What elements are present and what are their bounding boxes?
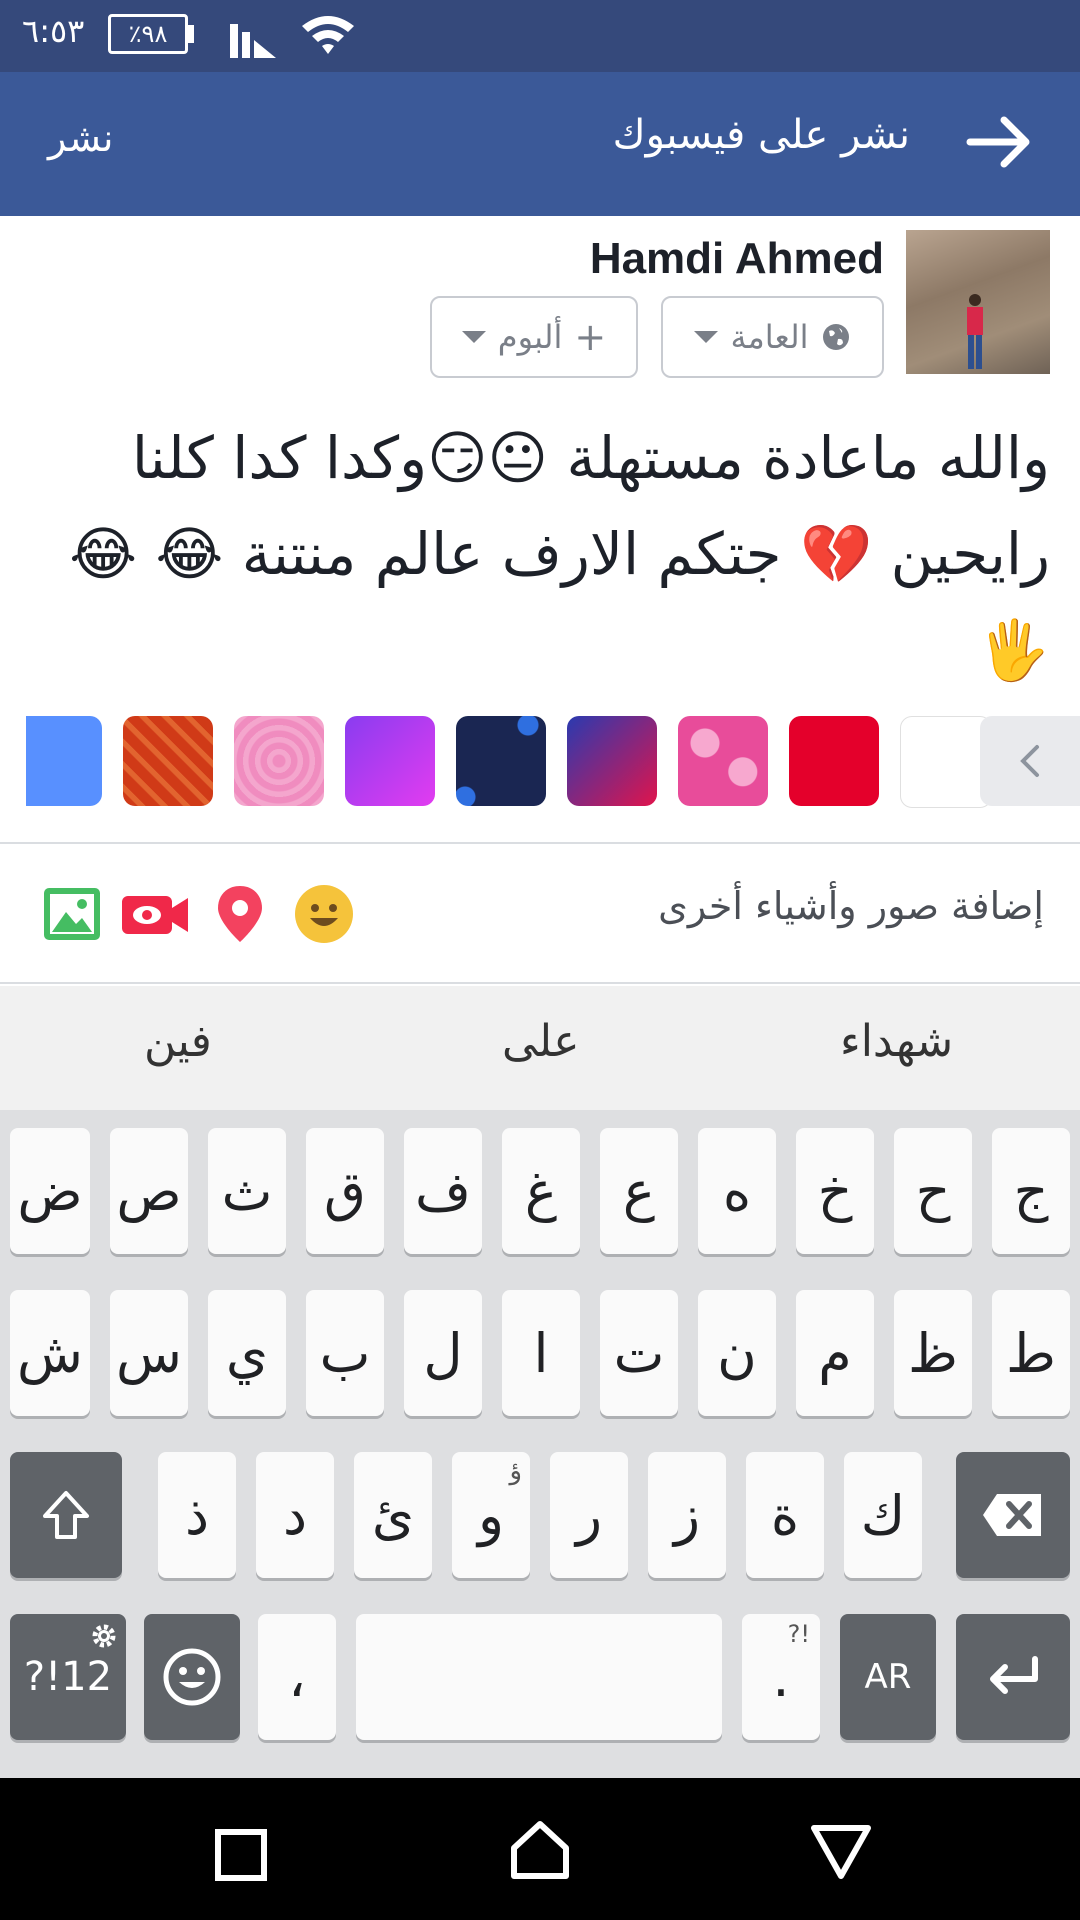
key[interactable]: ص xyxy=(110,1128,188,1254)
space-key[interactable] xyxy=(356,1614,722,1740)
key[interactable]: ط xyxy=(992,1290,1070,1416)
key[interactable]: ق xyxy=(306,1128,384,1254)
key[interactable]: ا xyxy=(502,1290,580,1416)
album-selector[interactable]: + ألبوم xyxy=(430,296,638,378)
photo-icon[interactable] xyxy=(42,884,102,944)
key[interactable]: ر xyxy=(550,1452,628,1578)
live-video-icon[interactable] xyxy=(120,884,190,944)
bg-scroll-button[interactable] xyxy=(980,716,1080,806)
backspace-key[interactable] xyxy=(956,1452,1070,1578)
bg-swatch-white[interactable] xyxy=(900,716,992,808)
key[interactable]: ن xyxy=(698,1290,776,1416)
shift-icon xyxy=(43,1491,89,1539)
suggestion-1[interactable]: شهداء xyxy=(840,1016,953,1067)
key[interactable]: ت xyxy=(600,1290,678,1416)
battery-icon: ٪٩٨ xyxy=(108,14,188,54)
key[interactable]: ك xyxy=(844,1452,922,1578)
bg-swatch-pink-pattern[interactable] xyxy=(234,716,324,806)
avatar xyxy=(906,230,1050,374)
battery-nub xyxy=(188,25,194,43)
person-figure xyxy=(967,294,983,369)
key[interactable]: ه xyxy=(698,1128,776,1254)
key[interactable]: م xyxy=(796,1290,874,1416)
chevron-left-icon xyxy=(1020,745,1039,777)
add-to-post-bar[interactable]: إضافة صور وأشياء أخرى xyxy=(0,842,1080,984)
key[interactable]: ح xyxy=(894,1128,972,1254)
bg-swatch-red[interactable] xyxy=(789,716,879,806)
enter-icon xyxy=(990,1656,1038,1694)
enter-key[interactable] xyxy=(956,1614,1070,1740)
recents-icon[interactable] xyxy=(214,1828,268,1882)
key-alt-label: ?! xyxy=(787,1620,810,1648)
key[interactable]: ث xyxy=(208,1128,286,1254)
symbols-label: ?!12 xyxy=(23,1654,113,1700)
key[interactable]: ز xyxy=(648,1452,726,1578)
navigation-bar xyxy=(0,1778,1080,1920)
key[interactable]: د xyxy=(256,1452,334,1578)
key[interactable]: غ xyxy=(502,1128,580,1254)
page-title: نشر على فيسبوك xyxy=(612,112,910,158)
period-key[interactable]: . ?! xyxy=(742,1614,820,1740)
key-alt-label: ؤ xyxy=(509,1456,522,1486)
bg-swatch-blue-red[interactable] xyxy=(567,716,657,806)
post-button[interactable]: نشر xyxy=(48,116,113,160)
bg-swatch-navy[interactable] xyxy=(456,716,546,806)
bg-swatch-hearts[interactable] xyxy=(678,716,768,806)
bg-swatch-orange-pattern[interactable] xyxy=(123,716,213,806)
gear-icon xyxy=(92,1624,116,1648)
key[interactable]: ج xyxy=(992,1128,1070,1254)
key[interactable]: ئ xyxy=(354,1452,432,1578)
key[interactable]: ف xyxy=(404,1128,482,1254)
key-label: . xyxy=(772,1645,790,1709)
suggestion-3[interactable]: فين xyxy=(144,1016,212,1067)
symbols-key[interactable]: ?!12 xyxy=(10,1614,126,1740)
language-key[interactable]: AR xyxy=(840,1614,936,1740)
keyboard: ج ح خ ه ع غ ف ق ث ص ض ط ظ م ن ت ا ل ب ي … xyxy=(0,1110,1080,1778)
signal-icon xyxy=(230,24,276,58)
suggestion-2[interactable]: على xyxy=(502,1016,580,1067)
key[interactable]: ل xyxy=(404,1290,482,1416)
backspace-icon xyxy=(983,1494,1041,1536)
smiley-icon xyxy=(163,1648,221,1706)
album-label: ألبوم xyxy=(497,318,563,356)
back-icon[interactable] xyxy=(810,1822,872,1880)
comma-key[interactable]: ، xyxy=(258,1614,336,1740)
privacy-selector[interactable]: العامة xyxy=(661,296,884,378)
status-time: ٦:٥٣ xyxy=(22,12,85,50)
chevron-down-icon xyxy=(461,331,486,343)
bg-swatch-blue[interactable] xyxy=(26,716,102,806)
plus-icon: + xyxy=(574,315,607,359)
chevron-down-icon xyxy=(694,331,719,343)
add-to-post-label: إضافة صور وأشياء أخرى xyxy=(658,884,1044,928)
key[interactable]: خ xyxy=(796,1128,874,1254)
key[interactable]: و ؤ xyxy=(452,1452,530,1578)
key[interactable]: ض xyxy=(10,1128,90,1254)
globe-icon xyxy=(822,324,849,350)
key[interactable]: ش xyxy=(10,1290,90,1416)
key[interactable]: س xyxy=(110,1290,188,1416)
suggestion-bar: شهداء على فين xyxy=(0,986,1080,1110)
home-icon[interactable] xyxy=(508,1818,572,1882)
emoji-icon[interactable] xyxy=(294,884,354,944)
location-pin-icon[interactable] xyxy=(210,884,270,944)
status-bar: ٦:٥٣ ٪٩٨ xyxy=(0,0,1080,72)
battery-level: ٪٩٨ xyxy=(128,20,168,48)
bg-swatch-purple[interactable] xyxy=(345,716,435,806)
key[interactable]: ظ xyxy=(894,1290,972,1416)
privacy-label: العامة xyxy=(730,318,809,356)
key[interactable]: ة xyxy=(746,1452,824,1578)
shift-key[interactable] xyxy=(10,1452,122,1578)
post-text-input[interactable]: والله ماعادة مستهلة 😐😏وكدا كدا كلنا رايح… xyxy=(30,410,1050,698)
key[interactable]: ب xyxy=(306,1290,384,1416)
key-label: و xyxy=(477,1483,505,1547)
emoji-key[interactable] xyxy=(144,1614,240,1740)
app-bar: نشر نشر على فيسبوك xyxy=(0,72,1080,216)
key[interactable]: ي xyxy=(208,1290,286,1416)
arrow-icon[interactable] xyxy=(960,102,1040,182)
user-name: Hamdi Ahmed xyxy=(589,234,884,283)
key[interactable]: ذ xyxy=(158,1452,236,1578)
wifi-icon xyxy=(302,16,354,54)
key[interactable]: ع xyxy=(600,1128,678,1254)
